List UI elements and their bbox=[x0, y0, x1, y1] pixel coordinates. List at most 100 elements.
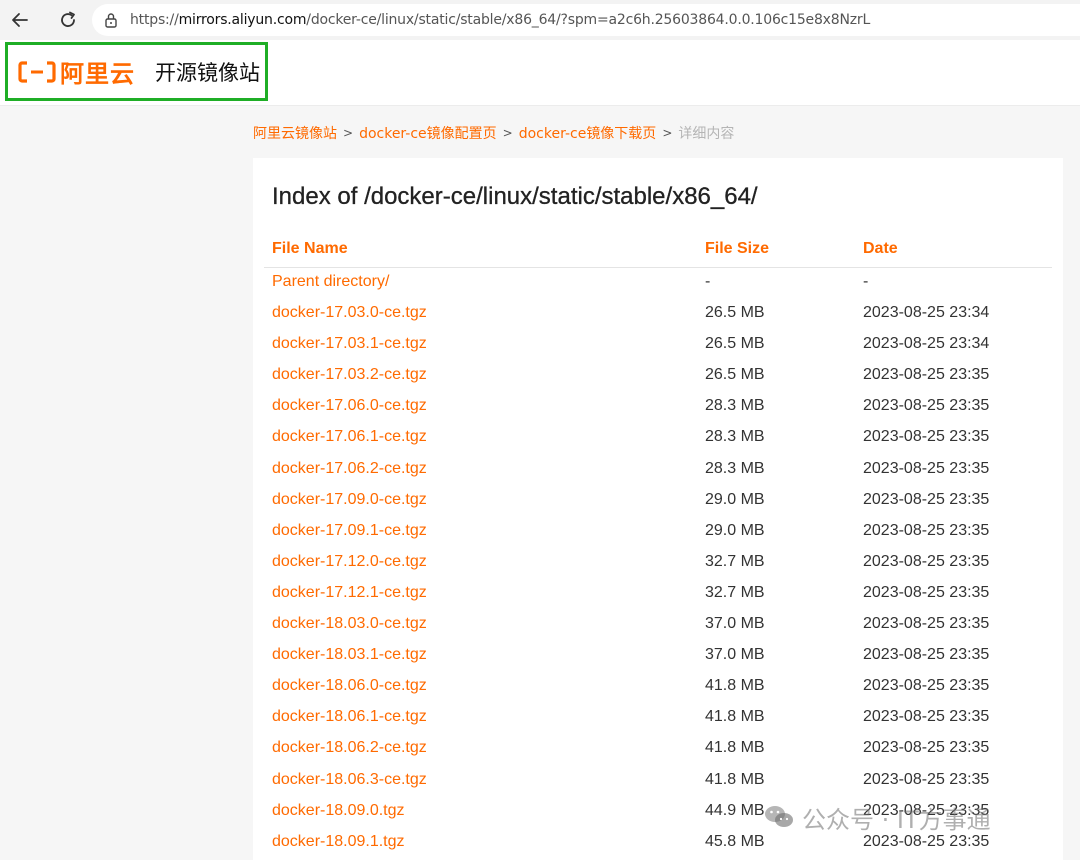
file-date: 2023-08-25 23:35 bbox=[863, 615, 990, 633]
url-text: https://mirrors.aliyun.com/docker-ce/lin… bbox=[130, 12, 870, 28]
back-button[interactable] bbox=[0, 0, 40, 40]
table-row: docker-17.06.2-ce.tgz 28.3 MB 2023-08-25 2… bbox=[264, 455, 1052, 486]
file-link[interactable]: docker-17.09.0-ce.tgz bbox=[272, 491, 427, 509]
file-size: - bbox=[705, 273, 711, 290]
url-prefix: https:// bbox=[130, 12, 179, 28]
breadcrumb-separator: > bbox=[502, 126, 513, 140]
site-logo-link[interactable]: 阿里云 开源镜像站 bbox=[5, 42, 268, 101]
file-listing-panel: Index of /docker-ce/linux/static/stable/… bbox=[253, 158, 1063, 860]
file-size: 32.7 MB bbox=[705, 583, 765, 601]
file-size: 26.5 MB bbox=[705, 335, 765, 353]
file-size: 41.8 MB bbox=[705, 708, 765, 726]
file-link[interactable]: docker-17.03.1-ce.tgz bbox=[272, 335, 427, 353]
file-date: 2023-08-25 23:35 bbox=[863, 459, 990, 477]
file-date: 2023-08-25 23:35 bbox=[863, 521, 990, 539]
file-link[interactable]: docker-18.09.0.tgz bbox=[272, 802, 405, 820]
table-row: docker-17.06.1-ce.tgz 28.3 MB 2023-08-25 2… bbox=[264, 423, 1052, 454]
file-link[interactable]: docker-17.12.0-ce.tgz bbox=[272, 553, 427, 571]
parent-directory-link[interactable]: Parent directory/ bbox=[272, 273, 389, 291]
breadcrumb-item-download[interactable]: docker-ce镜像下载页 bbox=[519, 123, 657, 143]
file-date: 2023-08-25 23:35 bbox=[863, 397, 990, 415]
table-row: docker-18.03.0-ce.tgz 37.0 MB 2023-08-25 2… bbox=[264, 610, 1052, 641]
file-link[interactable]: docker-18.09.1.tgz bbox=[272, 833, 405, 851]
file-size: 32.7 MB bbox=[705, 552, 765, 570]
column-header-file-name: File Name bbox=[272, 240, 348, 257]
file-link[interactable]: docker-17.03.0-ce.tgz bbox=[272, 304, 427, 322]
file-link[interactable]: docker-17.06.2-ce.tgz bbox=[272, 460, 427, 478]
table-row: docker-18.09.0.tgz 44.9 MB 2023-08-25 23:3… bbox=[264, 797, 1052, 828]
table-row: docker-18.06.0-ce.tgz 41.8 MB 2023-08-25 2… bbox=[264, 672, 1052, 703]
table-row: docker-17.12.0-ce.tgz 32.7 MB 2023-08-25 2… bbox=[264, 548, 1052, 579]
breadcrumb: 阿里云镜像站 > docker-ce镜像配置页 > docker-ce镜像下载页… bbox=[253, 123, 734, 143]
reload-button[interactable] bbox=[48, 0, 88, 40]
column-header-date: Date bbox=[863, 240, 898, 257]
browser-toolbar: https://mirrors.aliyun.com/docker-ce/lin… bbox=[0, 0, 1080, 40]
file-date: 2023-08-25 23:35 bbox=[863, 583, 990, 601]
file-link[interactable]: docker-18.06.1-ce.tgz bbox=[272, 708, 427, 726]
file-link[interactable]: docker-17.03.2-ce.tgz bbox=[272, 366, 427, 384]
breadcrumb-item-config[interactable]: docker-ce镜像配置页 bbox=[359, 123, 497, 143]
table-row: docker-18.06.1-ce.tgz 41.8 MB 2023-08-25 2… bbox=[264, 703, 1052, 734]
page-title: Index of /docker-ce/linux/static/stable/… bbox=[272, 183, 758, 210]
file-date: - bbox=[863, 273, 869, 290]
table-row: docker-18.03.1-ce.tgz 37.0 MB 2023-08-25 2… bbox=[264, 641, 1052, 672]
table-row: docker-17.06.0-ce.tgz 28.3 MB 2023-08-25 2… bbox=[264, 392, 1052, 423]
table-row: Parent directory/ - - bbox=[264, 268, 1052, 299]
arrow-left-icon bbox=[12, 13, 28, 27]
site-header: 阿里云 开源镜像站 bbox=[0, 40, 1080, 106]
file-size: 29.0 MB bbox=[705, 490, 765, 508]
file-date: 2023-08-25 23:34 bbox=[863, 335, 990, 353]
file-date: 2023-08-25 23:35 bbox=[863, 708, 990, 726]
file-size: 26.5 MB bbox=[705, 304, 765, 322]
file-size: 41.8 MB bbox=[705, 770, 765, 788]
file-link[interactable]: docker-17.09.1-ce.tgz bbox=[272, 522, 427, 540]
table-row: docker-17.09.1-ce.tgz 29.0 MB 2023-08-25 2… bbox=[264, 517, 1052, 548]
table-row: docker-18.09.1.tgz 45.8 MB 2023-08-25 23:3… bbox=[264, 828, 1052, 859]
file-date: 2023-08-25 23:34 bbox=[863, 304, 990, 322]
file-link[interactable]: docker-17.06.1-ce.tgz bbox=[272, 428, 427, 446]
file-size: 37.0 MB bbox=[705, 615, 765, 633]
lock-icon[interactable] bbox=[92, 12, 130, 28]
file-list: Parent directory/ - - docker-17.03.0-ce.tgz… bbox=[264, 268, 1052, 859]
file-link[interactable]: docker-18.03.0-ce.tgz bbox=[272, 615, 427, 633]
file-size: 41.8 MB bbox=[705, 739, 765, 757]
breadcrumb-item-mirror-home[interactable]: 阿里云镜像站 bbox=[253, 123, 337, 143]
table-row: docker-17.03.2-ce.tgz 26.5 MB 2023-08-25 2… bbox=[264, 361, 1052, 392]
file-link[interactable]: docker-18.06.0-ce.tgz bbox=[272, 677, 427, 695]
table-row: docker-17.03.0-ce.tgz 26.5 MB 2023-08-25 2… bbox=[264, 299, 1052, 330]
file-size: 45.8 MB bbox=[705, 832, 765, 850]
file-size: 28.3 MB bbox=[705, 397, 765, 415]
file-link[interactable]: docker-17.12.1-ce.tgz bbox=[272, 584, 427, 602]
table-row: docker-18.06.3-ce.tgz 41.8 MB 2023-08-25 2… bbox=[264, 766, 1052, 797]
file-date: 2023-08-25 23:35 bbox=[863, 832, 990, 850]
file-date: 2023-08-25 23:35 bbox=[863, 366, 990, 384]
file-size: 37.0 MB bbox=[705, 646, 765, 664]
address-bar[interactable]: https://mirrors.aliyun.com/docker-ce/lin… bbox=[92, 4, 1080, 36]
file-link[interactable]: docker-18.06.2-ce.tgz bbox=[272, 739, 427, 757]
breadcrumb-separator: > bbox=[343, 126, 354, 140]
column-header-file-size: File Size bbox=[705, 240, 770, 257]
file-date: 2023-08-25 23:35 bbox=[863, 677, 990, 695]
file-size: 29.0 MB bbox=[705, 521, 765, 539]
file-date: 2023-08-25 23:35 bbox=[863, 428, 990, 446]
reload-icon bbox=[61, 11, 75, 27]
file-size: 41.8 MB bbox=[705, 677, 765, 695]
file-link[interactable]: docker-18.06.3-ce.tgz bbox=[272, 771, 427, 789]
file-link[interactable]: docker-17.06.0-ce.tgz bbox=[272, 397, 427, 415]
file-size: 44.9 MB bbox=[705, 801, 765, 819]
file-date: 2023-08-25 23:35 bbox=[863, 801, 990, 819]
file-date: 2023-08-25 23:35 bbox=[863, 490, 990, 508]
table-row: docker-17.03.1-ce.tgz 26.5 MB 2023-08-25 2… bbox=[264, 330, 1052, 361]
url-host: mirrors.aliyun.com bbox=[178, 12, 307, 28]
url-path: /docker-ce/linux/static/stable/x86_64/?s… bbox=[306, 12, 871, 28]
site-name: 开源镜像站 bbox=[155, 60, 260, 85]
file-size: 28.3 MB bbox=[705, 459, 765, 477]
file-link[interactable]: docker-18.03.1-ce.tgz bbox=[272, 646, 427, 664]
logo-text: 阿里云 bbox=[60, 60, 135, 88]
file-size: 28.3 MB bbox=[705, 428, 765, 446]
file-date: 2023-08-25 23:35 bbox=[863, 739, 990, 757]
file-date: 2023-08-25 23:35 bbox=[863, 552, 990, 570]
file-size: 26.5 MB bbox=[705, 366, 765, 384]
breadcrumb-current: 详细内容 bbox=[678, 126, 735, 142]
file-date: 2023-08-25 23:35 bbox=[863, 646, 990, 664]
